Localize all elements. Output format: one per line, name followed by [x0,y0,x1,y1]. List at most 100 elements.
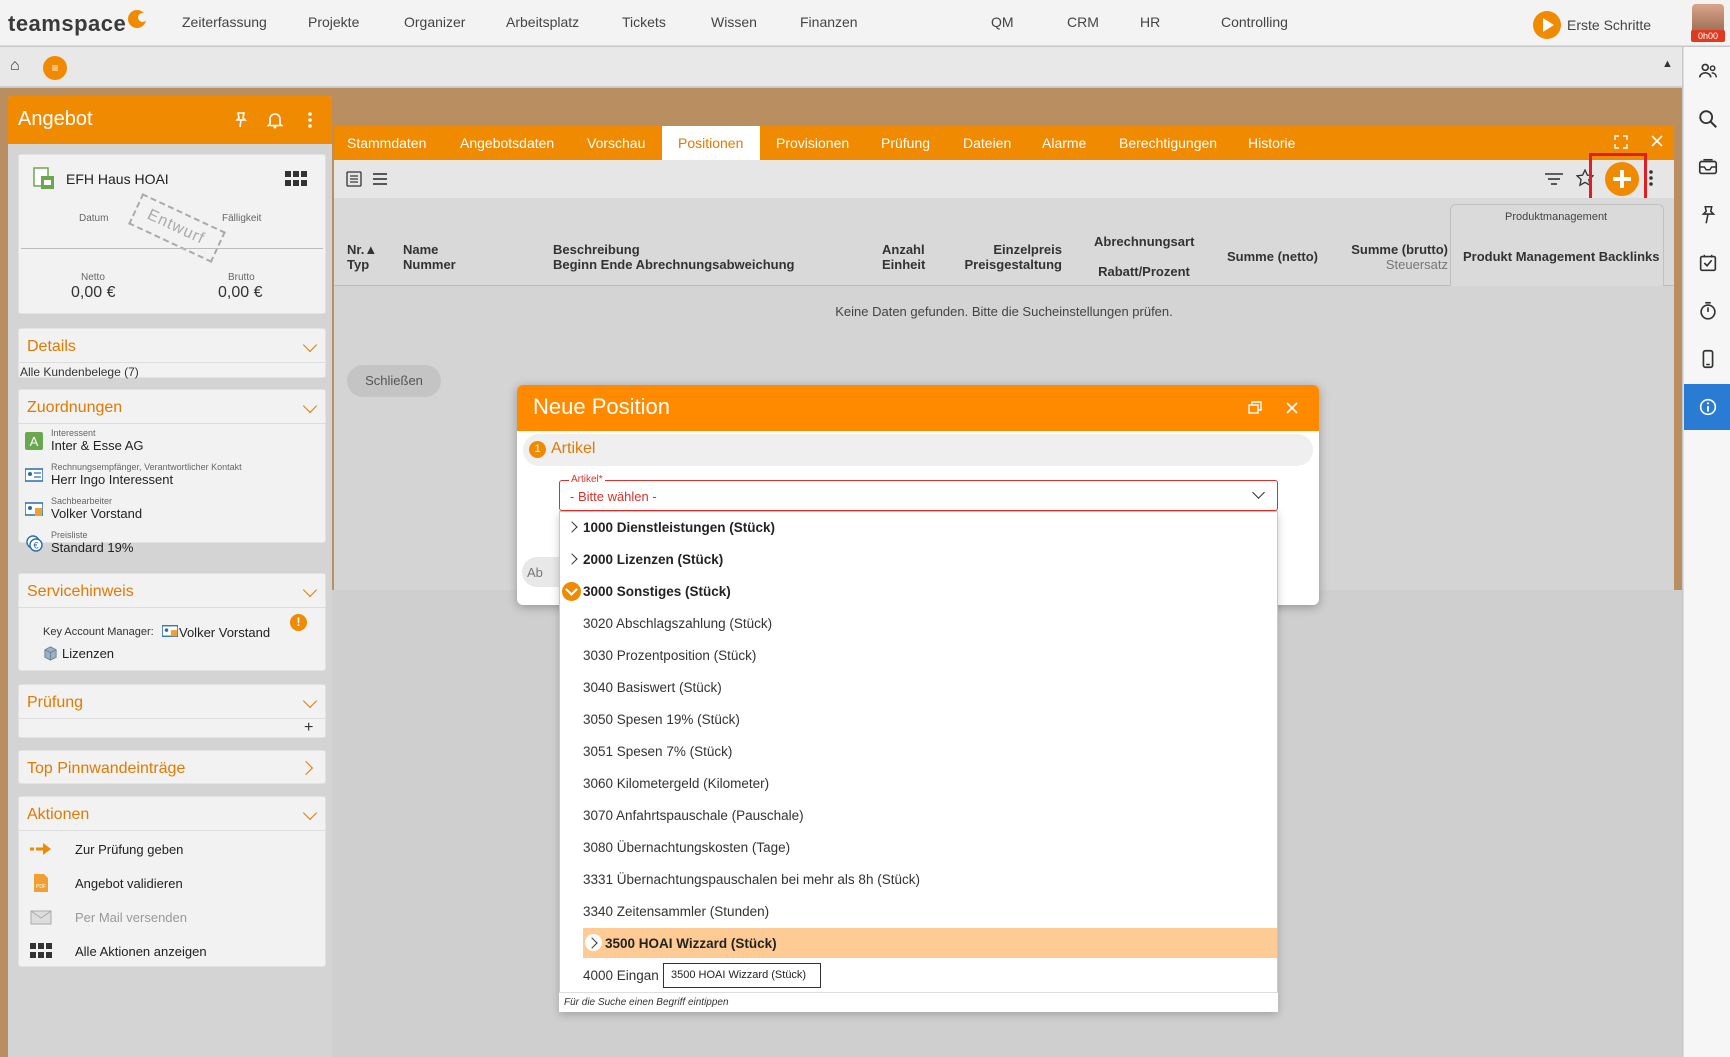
dropdown-option[interactable]: 2000 Lizenzen (Stück) [560,544,1277,576]
chevron-down-icon[interactable] [302,582,318,598]
tab-angebotsdaten[interactable]: Angebotsdaten [460,135,554,151]
dropdown-option[interactable]: 3340 Zeitensammler (Stunden) [560,896,1277,928]
dropdown-option[interactable]: 3500 HOAI Wizzard (Stück) [560,928,1277,960]
tab-stammdaten[interactable]: Stammdaten [347,135,426,151]
action-zur-pruefung[interactable]: Zur Prüfung geben [29,837,183,861]
add-pruefung-button[interactable]: + [304,719,313,737]
tab-dateien[interactable]: Dateien [963,135,1011,151]
alle-kundenbelege-link[interactable]: Alle Kundenbelege (7) [20,365,139,379]
task-check-icon[interactable] [1684,241,1730,285]
nav-organizer[interactable]: Organizer [404,14,465,30]
dropdown-option[interactable]: 1000 Dienstleistungen (Stück) [560,512,1277,544]
dropdown-option[interactable]: 3080 Übernachtungskosten (Tage) [560,832,1277,864]
pin-icon[interactable] [231,110,251,130]
nav-arbeitsplatz[interactable]: Arbeitsplatz [506,14,579,30]
dropdown-option[interactable]: 3020 Abschlagszahlung (Stück) [560,608,1277,640]
chevron-down-icon[interactable] [302,693,318,709]
nav-crm[interactable]: CRM [1067,14,1099,30]
teamspace-logo[interactable]: teamspace [8,10,148,37]
column-beschreibung[interactable]: Beschreibung Beginn Ende Abrechnungsabwei… [553,242,794,272]
close-icon[interactable] [1650,134,1664,148]
servicehinweis-card: Servicehinweis ! Key Account Manager: Vo… [18,573,326,671]
nav-tickets[interactable]: Tickets [622,14,666,30]
chevron-down-icon[interactable] [302,337,318,353]
dropdown-option[interactable]: 3331 Übernachtungspauschalen bei mehr al… [560,864,1277,896]
column-abrechnungsart[interactable]: Abrechnungsart Rabatt/Prozent [1094,234,1194,279]
user-card-icon [25,502,43,516]
info-icon[interactable] [1684,384,1730,430]
erste-schritte-button[interactable]: Erste Schritte [1533,11,1651,39]
step-header[interactable]: 1 Artikel [523,434,1313,466]
lizenzen-label[interactable]: Lizenzen [62,646,114,661]
column-einzelpreis[interactable]: Einzelpreis Preisgestaltung [962,242,1062,272]
pin-icon[interactable] [1684,193,1730,237]
apps-grid-icon[interactable] [285,171,307,187]
chevron-right-icon[interactable] [298,760,314,776]
servicehinweis-header[interactable]: Servicehinweis [19,574,325,608]
kam-name[interactable]: Volker Vorstand [179,625,270,640]
column-nr[interactable]: Nr.▲ Typ [347,242,377,272]
dropdown-option[interactable]: 3000 Sonstiges (Stück) [560,576,1277,608]
nav-wissen[interactable]: Wissen [711,14,757,30]
dropdown-option[interactable]: 3050 Spesen 19% (Stück) [560,704,1277,736]
chevron-down-icon[interactable] [562,582,581,601]
dropdown-option[interactable]: 3070 Anfahrtspauschale (Pauschale) [560,800,1277,832]
dropdown-option[interactable]: 3030 Prozentposition (Stück) [560,640,1277,672]
artikel-field-value: - Bitte wählen - [570,489,657,504]
dropdown-option[interactable]: 3040 Basiswert (Stück) [560,672,1277,704]
zuordnungen-header[interactable]: Zuordnungen [19,390,325,424]
restore-icon[interactable] [1248,401,1262,415]
collapse-arrow-icon[interactable]: ▲ [1662,58,1673,70]
details-header[interactable]: Details [19,329,325,363]
inbox-icon[interactable] [1684,145,1730,189]
bell-icon[interactable] [265,110,285,130]
tab-historie[interactable]: Historie [1248,135,1295,151]
more-vertical-icon[interactable] [300,110,320,130]
nav-zeiterfassung[interactable]: Zeiterfassung [182,14,267,30]
contacts-icon[interactable] [1684,49,1730,93]
close-icon[interactable] [1285,401,1299,415]
chevron-right-icon[interactable] [566,553,578,565]
column-backlinks[interactable]: Produkt Management Backlinks [1463,249,1660,264]
more-vertical-icon[interactable] [1648,169,1654,187]
action-alle-aktionen[interactable]: Alle Aktionen anzeigen [29,939,207,963]
option-label: 3051 Spesen 7% (Stück) [583,744,733,759]
mobile-icon[interactable] [1684,337,1730,381]
nav-controlling[interactable]: Controlling [1221,14,1288,30]
action-angebot-validieren[interactable]: PDF Angebot validieren [29,871,183,895]
column-name[interactable]: Name Nummer [403,242,456,272]
column-summe-brutto[interactable]: Summe (brutto) Steuersatz [1328,242,1448,272]
dropdown-option[interactable]: 3060 Kilometergeld (Kilometer) [560,768,1277,800]
aktionen-header[interactable]: Aktionen [19,797,325,831]
stopwatch-icon[interactable] [1684,289,1730,333]
home-icon[interactable]: ⌂ [10,57,20,75]
context-menu-button[interactable]: ≡ [43,56,67,80]
nav-qm[interactable]: QM [991,14,1014,30]
chevron-right-icon[interactable] [566,521,578,533]
nav-projekte[interactable]: Projekte [308,14,359,30]
artikel-select[interactable]: Artikel* - Bitte wählen - [559,474,1278,511]
tab-alarme[interactable]: Alarme [1042,135,1086,151]
schliessen-button[interactable]: Schließen [347,365,441,397]
tab-pruefung[interactable]: Prüfung [881,135,930,151]
tab-positionen[interactable]: Positionen [662,126,760,160]
column-summe-netto[interactable]: Summe (netto) [1227,249,1318,264]
nav-finanzen[interactable]: Finanzen [800,14,858,30]
list-detail-icon[interactable] [346,171,362,187]
tab-vorschau[interactable]: Vorschau [587,135,645,151]
chevron-down-icon[interactable] [302,398,318,414]
svg-text:€: € [33,541,38,551]
maximize-icon[interactable] [1614,135,1628,149]
column-anzahl[interactable]: Anzahl Einheit [882,242,925,272]
nav-hr[interactable]: HR [1140,14,1160,30]
chevron-down-icon[interactable] [302,805,318,821]
pruefung-header[interactable]: Prüfung [19,685,325,719]
chevron-down-icon[interactable] [1252,486,1265,499]
dropdown-option[interactable]: 3051 Spesen 7% (Stück) [560,736,1277,768]
tab-provisionen[interactable]: Provisionen [776,135,849,151]
list-icon[interactable] [372,171,388,187]
pinnwand-header[interactable]: Top Pinnwandeinträge [19,751,325,785]
tab-berechtigungen[interactable]: Berechtigungen [1119,135,1217,151]
search-icon[interactable] [1684,97,1730,141]
filter-icon[interactable] [1544,171,1564,187]
